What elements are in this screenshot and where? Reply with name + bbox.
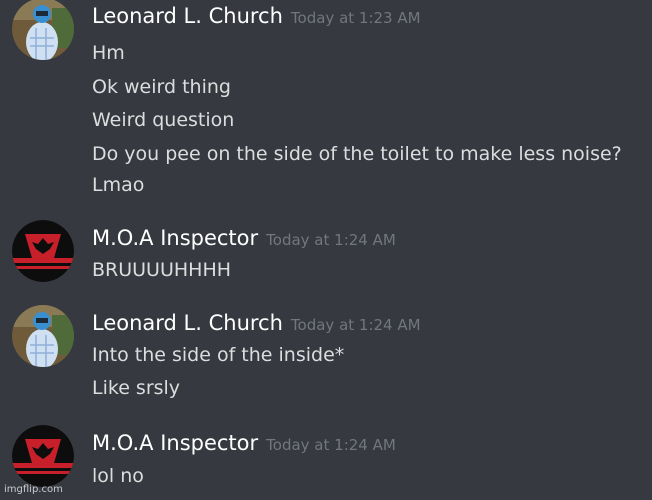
timestamp[interactable]: Today at 1:24 AM: [266, 231, 396, 249]
message-text: Into the side of the inside*: [92, 344, 345, 366]
message-text: Ok weird thing: [92, 76, 231, 98]
author-name[interactable]: M.O.A Inspector: [92, 431, 258, 455]
message-text: Weird question: [92, 109, 235, 131]
message-text: Do you pee on the side of the toilet to …: [92, 143, 622, 165]
user-photo-avatar[interactable]: [12, 0, 74, 60]
message-header: Leonard L. Church Today at 1:24 AM: [92, 311, 421, 335]
author-name[interactable]: Leonard L. Church: [92, 311, 283, 335]
message-header: Leonard L. Church Today at 1:23 AM: [92, 4, 421, 28]
message-header: M.O.A Inspector Today at 1:24 AM: [92, 226, 396, 250]
timestamp[interactable]: Today at 1:24 AM: [266, 436, 396, 454]
timestamp[interactable]: Today at 1:23 AM: [291, 9, 421, 27]
timestamp[interactable]: Today at 1:24 AM: [291, 316, 421, 334]
watermark: imgflip.com: [4, 484, 63, 495]
eagle-emblem-avatar[interactable]: [12, 425, 74, 487]
author-name[interactable]: Leonard L. Church: [92, 4, 283, 28]
message-text: lol no: [92, 465, 144, 487]
author-name[interactable]: M.O.A Inspector: [92, 226, 258, 250]
message-text: Lmao: [92, 174, 145, 196]
user-photo-avatar[interactable]: [12, 305, 74, 367]
eagle-emblem-avatar[interactable]: [12, 220, 74, 282]
message-text: BRUUUUHHHH: [92, 259, 232, 281]
message-text: Hm: [92, 42, 125, 64]
message-header: M.O.A Inspector Today at 1:24 AM: [92, 431, 396, 455]
message-text: Like srsly: [92, 377, 181, 399]
